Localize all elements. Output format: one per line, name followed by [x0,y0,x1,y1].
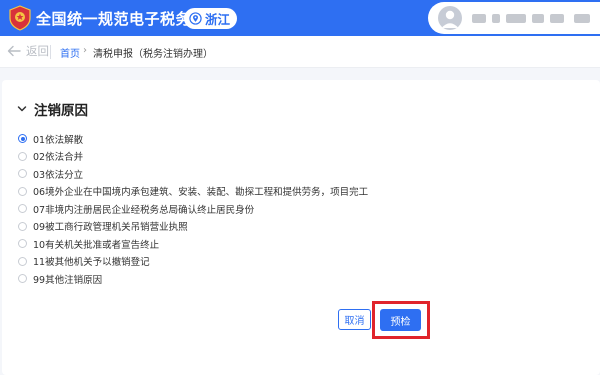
section-header-toggle[interactable]: 注销原因 [17,99,88,119]
redacted-username [492,14,500,23]
arrow-left-icon [7,45,21,57]
app-title: 全国统一规范电子税务局 [36,10,207,28]
back-button[interactable]: 返回 [6,43,49,59]
redacted-username [506,14,526,23]
radio-option-label: 11被其他机关予以撤销登记 [33,257,150,269]
radio-button[interactable] [18,169,27,179]
location-pin-icon [189,12,202,25]
section-title: 注销原因 [34,103,88,119]
radio-option[interactable]: 09被工商行政管理机关吊销营业执照 [18,218,368,236]
redacted-username [550,14,564,23]
radio-option-label: 99其他注销原因 [33,274,103,286]
radio-button[interactable] [18,274,27,284]
back-label: 返回 [26,44,49,58]
radio-option[interactable]: 11被其他机关予以撤销登记 [18,253,368,271]
radio-option-label: 01依法解散 [33,134,84,146]
radio-button[interactable] [18,134,27,144]
radio-option[interactable]: 01依法解散 [18,130,368,148]
breadcrumb-bar: 返回 首页 › 清税申报（税务注销办理） [0,36,600,68]
tax-emblem-logo [8,5,32,31]
radio-button[interactable] [18,256,27,266]
radio-option-label: 10有关机关批准或者宣告终止 [33,239,160,251]
breadcrumb-separator: › [83,45,87,56]
redacted-username [532,14,544,23]
radio-option[interactable]: 03依法分立 [18,165,368,183]
top-header-bar: 全国统一规范电子税务局 浙江 [0,0,600,36]
radio-option-label: 09被工商行政管理机关吊销营业执照 [33,222,188,234]
radio-option[interactable]: 07非境内注册居民企业经税务总局确认终止居民身份 [18,200,368,218]
radio-option[interactable]: 10有关机关批准或者宣告终止 [18,235,368,253]
radio-option[interactable]: 02依法合并 [18,148,368,166]
cancellation-reason-radio-group: 01依法解散 02依法合并 03依法分立 06境外企业在中国境内承包建筑、安装、… [18,130,368,288]
radio-option-label: 02依法合并 [33,152,84,164]
radio-button[interactable] [18,221,27,231]
chevron-down-icon [17,106,27,112]
radio-option-label: 06境外企业在中国境内承包建筑、安装、装配、勘探工程和提供劳务，项目完工 [33,187,369,199]
user-avatar-icon[interactable] [438,6,462,30]
precheck-button[interactable]: 预检 [380,309,421,331]
radio-button[interactable] [18,239,27,249]
radio-option[interactable]: 06境外企业在中国境内承包建筑、安装、装配、勘探工程和提供劳务，项目完工 [18,183,368,201]
user-account-area[interactable] [428,2,600,34]
radio-option-label: 07非境内注册居民企业经税务总局确认终止居民身份 [33,204,255,216]
redacted-username [574,14,590,23]
radio-option-label: 03依法分立 [33,169,84,181]
redacted-username [472,14,486,23]
breadcrumb-home-link[interactable]: 首页 [60,45,80,60]
divider [50,45,51,59]
radio-button[interactable] [18,204,27,214]
radio-option[interactable]: 99其他注销原因 [18,270,368,288]
cancel-button[interactable]: 取消 [338,309,371,330]
region-name: 浙江 [205,12,231,27]
region-selector[interactable]: 浙江 [184,8,238,29]
radio-button[interactable] [18,151,27,161]
radio-button[interactable] [18,186,27,196]
form-panel: 注销原因 01依法解散 02依法合并 03依法分立 06境外企业在中国境内承包建… [2,80,600,375]
breadcrumb-current-page: 清税申报（税务注销办理） [93,49,213,60]
